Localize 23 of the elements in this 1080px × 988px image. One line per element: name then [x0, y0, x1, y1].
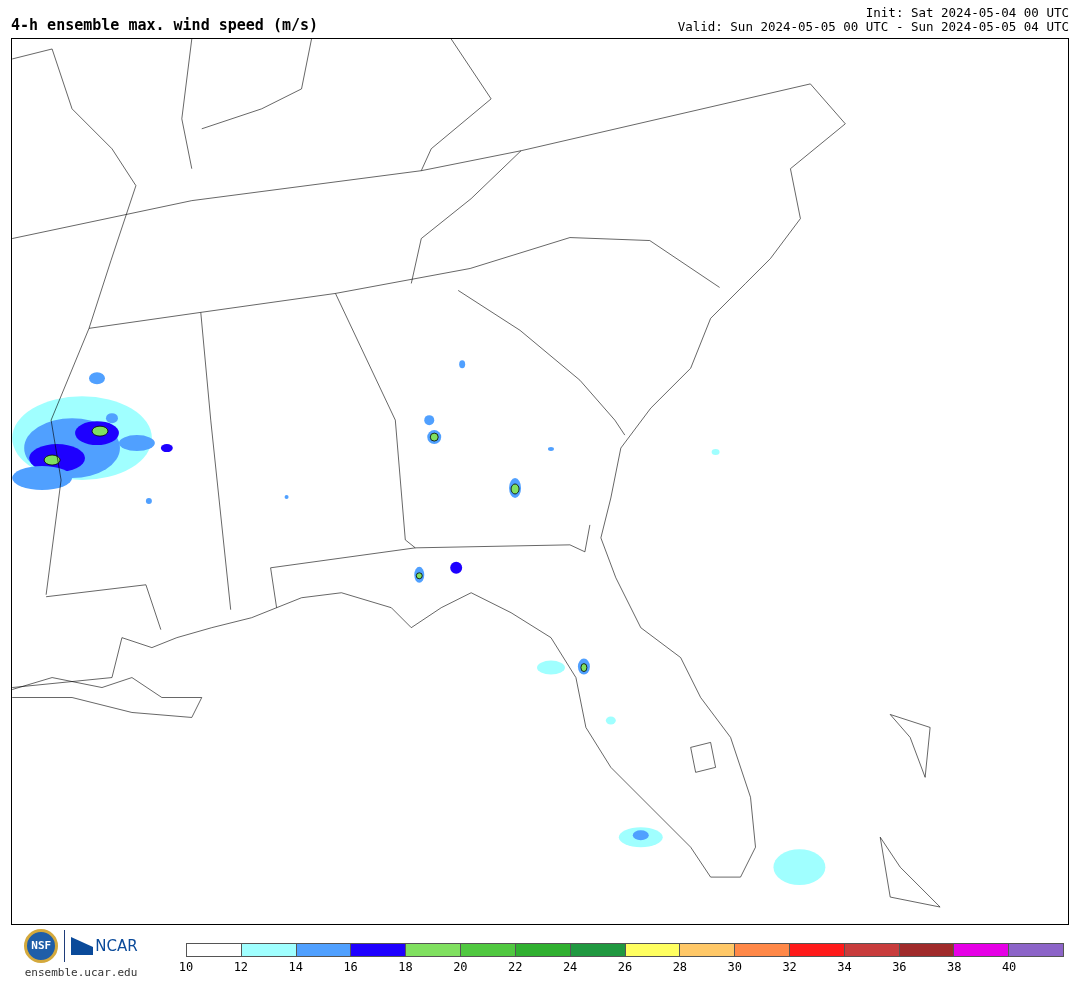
tick-label: 10	[178, 960, 194, 974]
ncar-logo: NCAR	[95, 937, 138, 955]
tick-label: 30	[727, 960, 742, 974]
chart-title: 4-h ensemble max. wind speed (m/s)	[11, 16, 319, 34]
tick-label: 32	[782, 960, 797, 974]
tick-label: 22	[508, 960, 523, 974]
tick-label: 34	[837, 960, 852, 974]
tick-label: 26	[617, 960, 633, 974]
tick-label: 28	[672, 960, 688, 974]
tick-label: 40	[1001, 960, 1017, 974]
init-time: Init: Sat 2024-05-04 00 UTC	[865, 6, 1069, 20]
tick-label: 24	[562, 960, 578, 974]
valid-time: Valid: Sun 2024-05-05 00 UTC - Sun 2024-05-05 04 UTC	[677, 20, 1069, 34]
tick-label: 38	[947, 960, 962, 974]
tick-label: 12	[233, 960, 249, 974]
tick-label: 18	[398, 960, 413, 974]
site-url: ensemble.ucar.edu	[24, 965, 138, 981]
nsf-logo: NSF	[24, 929, 59, 963]
tick-label: 16	[343, 960, 358, 974]
tick-label: 20	[453, 960, 468, 974]
swoosh-icon	[71, 937, 94, 955]
tick-label: 14	[288, 960, 303, 974]
tick-label: 36	[892, 960, 907, 974]
